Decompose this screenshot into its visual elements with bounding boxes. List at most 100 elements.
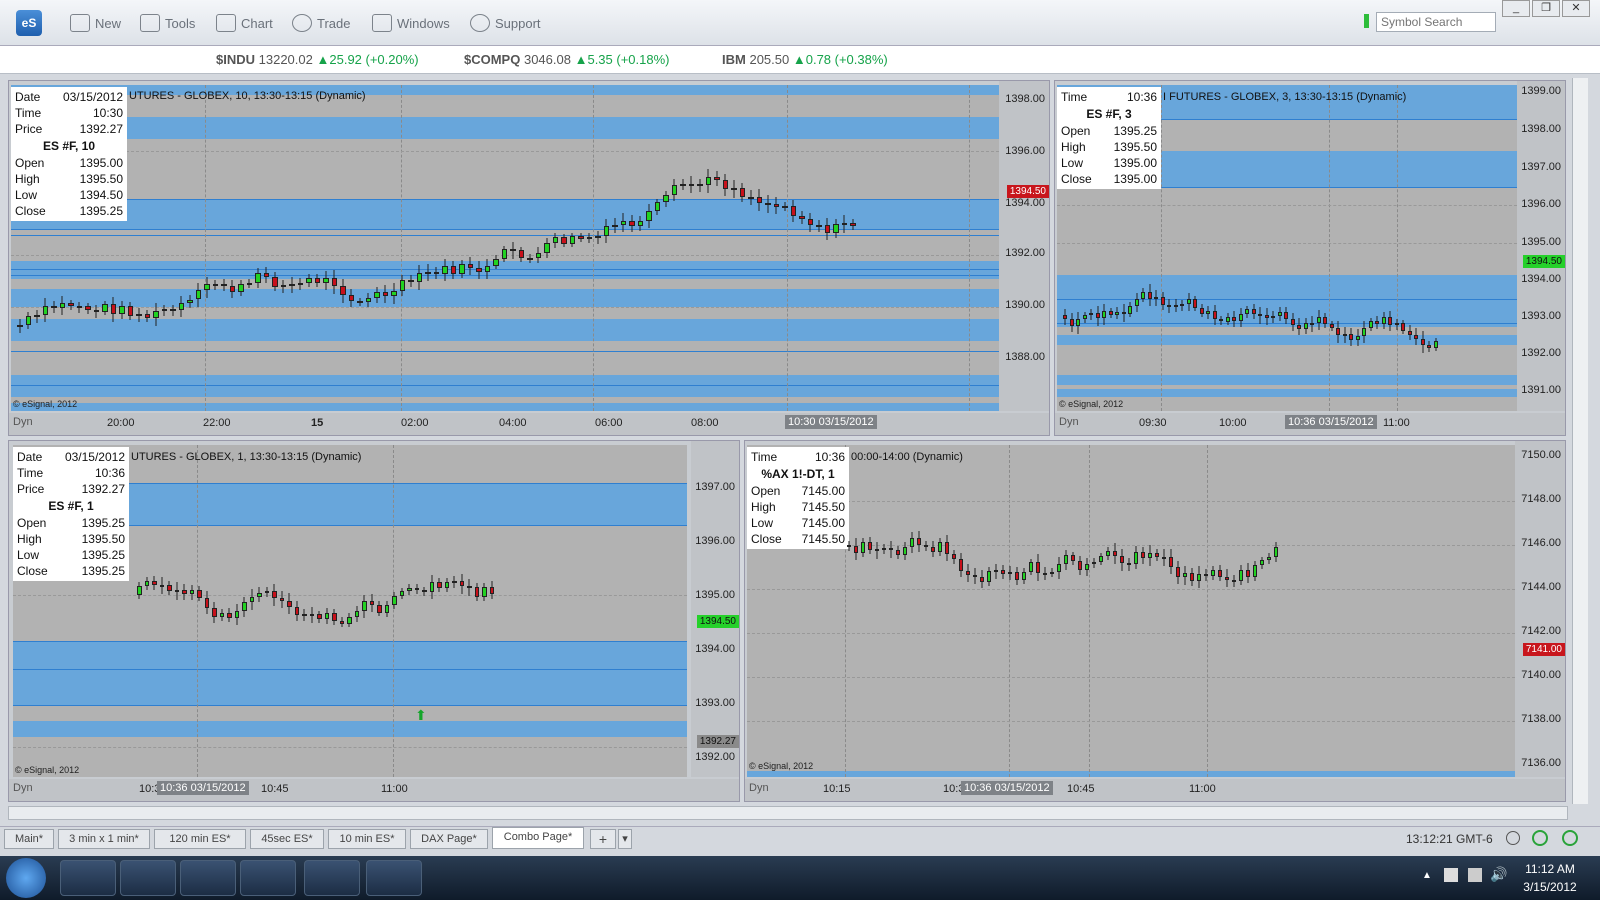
horizontal-scrollbar[interactable] xyxy=(8,806,1568,820)
dyn-toggle[interactable]: Dyn xyxy=(13,782,33,794)
ticker-item[interactable]: IBM 205.50 ▲0.78 (+0.38%) xyxy=(722,52,888,67)
candlestick xyxy=(309,607,314,623)
price-axis[interactable]: 7150.00 7148.00 7146.00 7144.00 7142.00 … xyxy=(1515,441,1565,777)
plot-area[interactable]: Time 10:36 ES #F, 3 Open 1395.25 High 1395.… xyxy=(1057,85,1517,411)
tab-120min-es[interactable]: 120 min ES* xyxy=(154,829,246,849)
candlestick xyxy=(414,584,419,595)
candlestick xyxy=(544,238,550,258)
new-button[interactable]: New xyxy=(70,10,121,36)
status-ok-icon[interactable] xyxy=(1562,830,1578,846)
chart-pane-es-10[interactable]: Date 03/15/2012 Time 10:30 Price 1392.27 ES… xyxy=(8,80,1050,436)
candlestick xyxy=(1063,309,1067,325)
candlestick xyxy=(889,540,893,559)
tab-dax-page[interactable]: DAX Page* xyxy=(410,829,488,849)
time-axis[interactable]: Dyn 10:3 10:45 11:00 10:36 03/15/2012 xyxy=(9,779,739,801)
candlestick xyxy=(1180,299,1184,311)
y-label: 7138.00 xyxy=(1521,713,1561,725)
file-explorer-icon[interactable] xyxy=(120,860,176,896)
candlestick xyxy=(382,285,388,303)
plot-area[interactable]: Date 03/15/2012 Time 10:36 Price 1392.27 ES… xyxy=(13,445,687,777)
ticker-item[interactable]: $INDU 13220.02 ▲25.92 (+0.20%) xyxy=(216,52,419,67)
tools-button[interactable]: Tools xyxy=(140,10,195,36)
tab-combo-page[interactable]: Combo Page* xyxy=(492,827,584,849)
volume-icon[interactable]: 🔊 xyxy=(1490,866,1507,883)
close-button[interactable]: ✕ xyxy=(1562,0,1590,17)
tools-icon xyxy=(140,14,160,32)
cursor-info-box: Date 03/15/2012 Time 10:30 Price 1392.27 ES… xyxy=(11,87,127,221)
tab-main[interactable]: Main* xyxy=(4,829,54,849)
candlestick xyxy=(257,587,262,603)
plot-area[interactable]: Time 10:36 %AX 1!-DT, 1 Open 7145.00 High 7… xyxy=(747,445,1515,777)
support-button[interactable]: Support xyxy=(470,10,541,36)
price-axis[interactable]: 1399.00 1398.00 1397.00 1396.00 1395.00 … xyxy=(1517,81,1565,411)
plot-area[interactable]: Date 03/15/2012 Time 10:30 Price 1392.27 ES… xyxy=(11,85,999,411)
trade-button[interactable]: Trade xyxy=(292,10,350,36)
candlestick xyxy=(1069,313,1074,332)
refresh-icon[interactable] xyxy=(1532,830,1548,846)
ohlc-row: Close 1395.25 xyxy=(15,204,123,218)
candlestick xyxy=(578,232,584,243)
candlestick xyxy=(437,577,442,592)
chart-pane-es-1[interactable]: Date 03/15/2012 Time 10:36 Price 1392.27 ES… xyxy=(8,440,740,802)
candlestick xyxy=(442,258,448,281)
candlestick xyxy=(1167,298,1171,313)
time-axis[interactable]: Dyn 20:00 22:00 15 02:00 04:00 06:00 08:… xyxy=(9,413,1049,435)
dyn-toggle[interactable]: Dyn xyxy=(749,782,769,794)
taskbar-date[interactable]: 3/15/2012 xyxy=(1520,880,1580,894)
ticker-item[interactable]: $COMPQ 3046.08 ▲5.35 (+0.18%) xyxy=(464,52,670,67)
candlestick xyxy=(1050,568,1054,578)
vertical-scrollbar[interactable] xyxy=(1572,78,1588,804)
add-tab-icon[interactable]: + xyxy=(590,829,616,849)
tab-45sec-es[interactable]: 45sec ES* xyxy=(250,829,324,849)
support-icon xyxy=(470,14,490,32)
candlestick xyxy=(1212,305,1217,325)
chart-title: I FUTURES - GLOBEX, 3, 13:30-13:15 (Dyna… xyxy=(1163,91,1407,103)
action-center-icon[interactable] xyxy=(1444,868,1458,882)
candlestick xyxy=(1232,310,1236,328)
windows-icon xyxy=(372,14,392,32)
symbol-search-input[interactable] xyxy=(1376,12,1496,32)
candlestick xyxy=(429,575,434,600)
price-axis[interactable]: 1397.00 1396.00 1395.00 1394.00 1393.00 … xyxy=(691,441,739,777)
internet-explorer-icon[interactable] xyxy=(60,860,116,896)
ticker-price: 13220.02 xyxy=(258,52,313,67)
chart-button[interactable]: Chart xyxy=(216,10,273,36)
candlestick xyxy=(384,600,389,618)
media-player-icon[interactable] xyxy=(180,860,236,896)
time-axis[interactable]: Dyn 10:15 10:3 10:45 11:00 10:36 03/15/2… xyxy=(745,779,1565,801)
price-axis[interactable]: 1398.00 1396.00 1394.00 1392.00 1390.00 … xyxy=(999,81,1049,411)
candlestick xyxy=(910,531,914,554)
candlestick xyxy=(234,604,239,625)
candlestick xyxy=(1204,568,1208,581)
network-icon[interactable] xyxy=(1468,868,1482,882)
windows-button[interactable]: Windows xyxy=(372,10,450,36)
tab-10min-es[interactable]: 10 min ES* xyxy=(328,829,406,849)
dyn-toggle[interactable]: Dyn xyxy=(13,416,33,428)
taskbar-time[interactable]: 11:12 AM xyxy=(1520,862,1580,876)
time-axis[interactable]: Dyn 09:30 10:00 11:00 10:36 03/15/2012 xyxy=(1055,413,1565,435)
candlestick xyxy=(1297,318,1301,336)
candlestick xyxy=(34,309,40,323)
app-taskbar-icon[interactable] xyxy=(366,860,422,896)
candlestick xyxy=(868,537,872,555)
candlestick xyxy=(722,173,728,196)
candlestick xyxy=(246,279,252,289)
restore-button[interactable]: ❐ xyxy=(1532,0,1560,17)
chart-pane-dax-1[interactable]: Time 10:36 %AX 1!-DT, 1 Open 7145.00 High 7… xyxy=(744,440,1566,802)
clock-icon[interactable] xyxy=(1506,831,1520,845)
minimize-button[interactable]: _ xyxy=(1502,0,1530,17)
tray-show-hidden-icon[interactable]: ▲ xyxy=(1422,870,1432,881)
ohlc-row: Close 7145.50 xyxy=(751,532,845,546)
start-button-icon[interactable] xyxy=(6,858,46,898)
candlestick xyxy=(765,195,771,214)
esignal-logo[interactable]: eS xyxy=(16,10,42,36)
tab-menu-chevron-down-icon[interactable]: ▾ xyxy=(618,829,632,849)
chart-pane-es-3[interactable]: Time 10:36 ES #F, 3 Open 1395.25 High 1395.… xyxy=(1054,80,1566,436)
tab-3min-x-1min[interactable]: 3 min x 1 min* xyxy=(58,829,150,849)
candlestick xyxy=(76,302,82,313)
candlestick xyxy=(174,582,179,601)
remote-desktop-icon[interactable] xyxy=(240,860,296,896)
esignal-taskbar-icon[interactable] xyxy=(304,860,360,896)
candlestick xyxy=(938,538,942,556)
dyn-toggle[interactable]: Dyn xyxy=(1059,416,1079,428)
